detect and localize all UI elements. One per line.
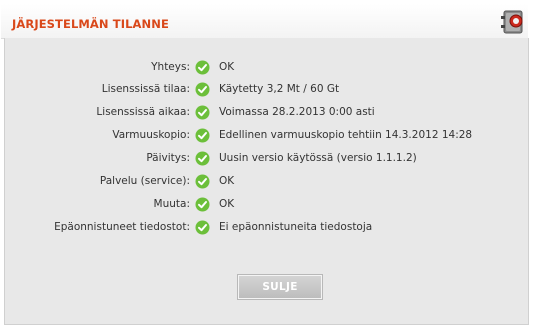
status-row-license-space: Lisenssissä tilaa: Käytetty 3,2 Mt / 60 … xyxy=(5,80,530,100)
status-value: Edellinen varmuuskopio tehtiin 14.3.2012… xyxy=(219,129,473,141)
status-label: Palvelu (service): xyxy=(99,175,190,187)
check-icon xyxy=(195,151,210,166)
status-row-backup: Varmuuskopio: Edellinen varmuuskopio teh… xyxy=(5,126,530,146)
check-icon xyxy=(195,60,210,75)
status-value: OK xyxy=(219,61,235,73)
status-row-license-time: Lisenssissä aikaa: Voimassa 28.2.2013 0:… xyxy=(5,103,530,123)
check-icon xyxy=(195,82,210,97)
status-value: Uusin versio käytössä (versio 1.1.1.2) xyxy=(219,152,417,164)
dialog-title: JÄRJESTELMÄN TILANNE xyxy=(12,17,169,31)
status-row-other: Muuta: OK xyxy=(5,195,530,215)
status-label: Lisenssissä aikaa: xyxy=(96,106,190,118)
status-label: Lisenssissä tilaa: xyxy=(101,83,190,95)
dialog-titlebar: JÄRJESTELMÄN TILANNE xyxy=(1,4,528,39)
status-row-connection: Yhteys: OK xyxy=(5,58,530,78)
check-icon xyxy=(195,220,210,235)
status-value: Voimassa 28.2.2013 0:00 asti xyxy=(219,106,375,118)
status-label: Varmuuskopio: xyxy=(112,129,190,141)
status-label: Yhteys: xyxy=(151,61,190,73)
status-row-update: Päivitys: Uusin versio käytössä (versio … xyxy=(5,149,530,169)
check-icon xyxy=(195,174,210,189)
system-status-dialog: JÄRJESTELMÄN TILANNE Yhteys: OK Lisenssi… xyxy=(0,0,533,332)
status-value: OK xyxy=(219,175,235,187)
status-row-failed-files: Epäonnistuneet tiedostot: Ei epäonnistun… xyxy=(5,218,530,238)
status-label: Epäonnistuneet tiedostot: xyxy=(54,221,190,233)
close-button[interactable]: SULJE xyxy=(237,274,323,300)
check-icon xyxy=(195,105,210,120)
check-icon xyxy=(195,128,210,143)
check-icon xyxy=(195,197,210,212)
status-value: Käytetty 3,2 Mt / 60 Gt xyxy=(219,83,340,95)
status-label: Muuta: xyxy=(153,198,190,210)
safe-icon xyxy=(498,7,528,37)
status-value: Ei epäonnistuneita tiedostoja xyxy=(219,221,373,233)
status-label: Päivitys: xyxy=(146,152,190,164)
status-row-service: Palvelu (service): OK xyxy=(5,172,530,192)
status-panel: Yhteys: OK Lisenssissä tilaa: Käytetty 3… xyxy=(4,38,529,325)
status-value: OK xyxy=(219,198,235,210)
